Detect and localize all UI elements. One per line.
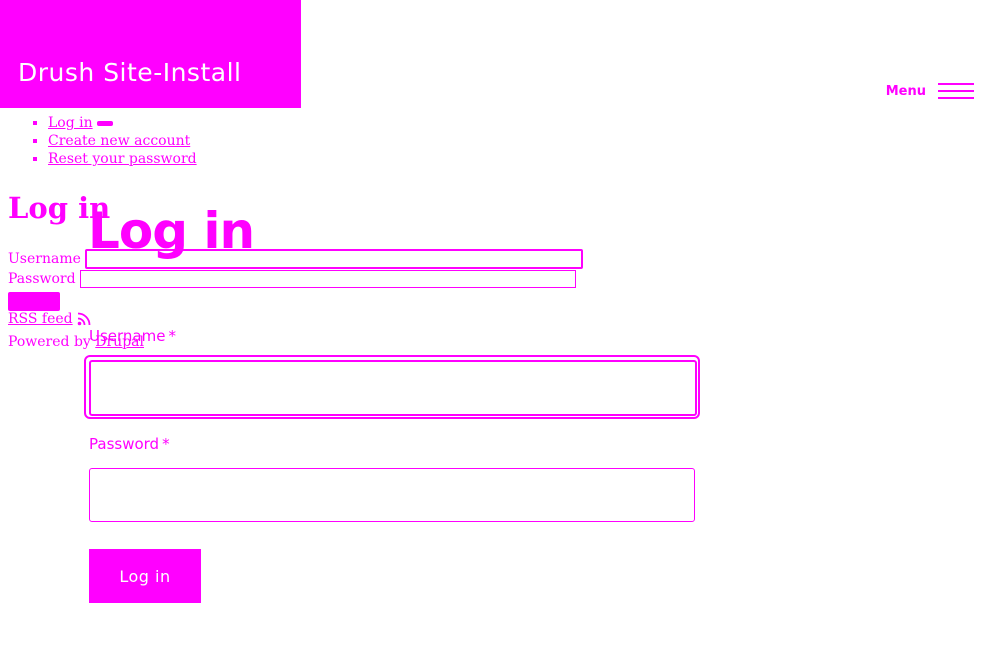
password-label-text: Password: [89, 435, 160, 453]
tab-log-in-link[interactable]: Log in: [48, 115, 93, 131]
tab-create-account: Create new account: [48, 132, 197, 150]
menu-toggle-button[interactable]: Menu: [886, 80, 974, 102]
username-input[interactable]: [89, 360, 697, 416]
rss-feed-label: RSS feed: [8, 311, 73, 327]
active-tab-marker: [96, 120, 113, 126]
tab-create-account-link[interactable]: Create new account: [48, 133, 190, 149]
hamburger-icon: [938, 81, 974, 101]
rss-feed-link[interactable]: RSS feed: [8, 311, 91, 327]
tab-reset-password: Reset your password: [48, 150, 197, 168]
plain-password-input[interactable]: [79, 270, 576, 288]
menu-label: Menu: [885, 83, 926, 99]
username-required-marker: *: [168, 327, 176, 345]
log-in-button[interactable]: Log in: [89, 549, 201, 603]
plain-submit-button[interactable]: [8, 292, 60, 311]
page-title: Log in: [88, 202, 255, 260]
account-tabs: Log in Create new account Reset your pas…: [8, 114, 197, 168]
plain-password-label: Password: [8, 271, 76, 287]
password-input[interactable]: [89, 468, 695, 522]
rss-icon: [77, 312, 91, 326]
tab-log-in: Log in: [48, 114, 197, 132]
username-label-text: Username: [89, 327, 166, 345]
site-name-link[interactable]: Drush Site-Install: [18, 58, 241, 87]
username-label: Username *: [89, 327, 176, 345]
password-required-marker: *: [162, 435, 170, 453]
plain-password-row: Password: [8, 270, 576, 288]
site-branding: Drush Site-Install: [0, 0, 301, 108]
tab-reset-password-link[interactable]: Reset your password: [48, 151, 197, 167]
plain-username-label: Username: [8, 251, 81, 267]
password-label: Password *: [89, 435, 170, 453]
powered-by-prefix: Powered by: [8, 334, 91, 350]
